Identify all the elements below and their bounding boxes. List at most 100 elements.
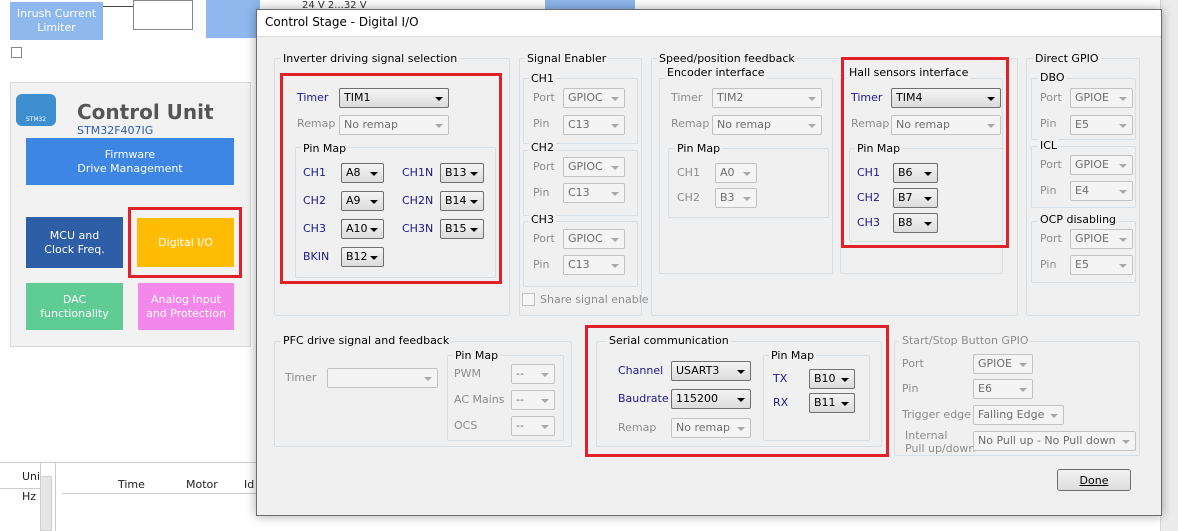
table-divider <box>62 493 256 494</box>
table-header-time[interactable]: Time <box>118 478 145 491</box>
encoder-pinmap-label: Pin Map <box>675 142 723 155</box>
enabler-ch3-pin-label: Pin <box>533 258 550 271</box>
enabler-ch1-pin-select[interactable]: C13 <box>563 115 625 135</box>
serial-rx-select[interactable]: B11 <box>809 393 855 413</box>
inverter-pinmap-label: Pin Map <box>301 142 349 155</box>
encoder-remap-label: Remap <box>671 117 710 130</box>
background-checkbox[interactable] <box>11 47 22 58</box>
diagram-block-top-right[interactable] <box>545 0 635 9</box>
serial-tx-select[interactable]: B10 <box>809 369 855 389</box>
pin-label-ch1: CH1 <box>303 166 326 179</box>
hall-ch2-select[interactable]: B7 <box>893 188 938 208</box>
pin-select-bkin[interactable]: B12 <box>341 247 384 267</box>
inrush-current-limiter-block[interactable]: Inrush Current Limiter <box>10 2 103 40</box>
encoder-ch2-select[interactable]: B3 <box>715 188 757 208</box>
hall-remap-label: Remap <box>851 117 890 130</box>
enabler-ch3-pin-select[interactable]: C13 <box>563 255 625 275</box>
enabler-ch2-pin-select[interactable]: C13 <box>563 183 625 203</box>
icl-label: ICL <box>1038 139 1060 152</box>
encoder-ch1-label: CH1 <box>677 166 700 179</box>
rectifier-symbol <box>133 0 193 30</box>
inverter-timer-select[interactable]: TIM1 <box>339 88 449 108</box>
serial-pinmap-label: Pin Map <box>769 349 817 362</box>
icl-pin-label: Pin <box>1040 184 1057 197</box>
startstop-pull-select[interactable]: No Pull up - No Pull down <box>973 431 1136 451</box>
control-unit-subtitle: STM32F407IG <box>77 124 154 137</box>
dbo-label: DBO <box>1038 71 1067 84</box>
digital-io-highlight <box>128 207 242 278</box>
serial-channel-label: Channel <box>618 364 664 377</box>
table-header-motor[interactable]: Motor <box>186 478 218 491</box>
startstop-label: Start/Stop Button GPIO <box>900 334 1031 347</box>
dbo-pin-select[interactable]: E5 <box>1070 115 1133 135</box>
direct-gpio-label: Direct GPIO <box>1033 52 1101 65</box>
diagram-block-blue[interactable] <box>206 0 260 38</box>
ocp-port-select[interactable]: GPIOE <box>1070 229 1133 249</box>
dbo-port-select[interactable]: GPIOE <box>1070 88 1133 108</box>
dbo-port-label: Port <box>1040 91 1062 104</box>
startstop-port-select[interactable]: GPIOE <box>973 354 1033 374</box>
encoder-ch1-select[interactable]: A0 <box>715 163 757 183</box>
pin-select-ch2n[interactable]: B14 <box>440 191 484 211</box>
hall-ch1-label: CH1 <box>857 166 880 179</box>
hall-ch1-select[interactable]: B6 <box>893 163 938 183</box>
table-scrollbar[interactable] <box>40 476 52 531</box>
pin-select-ch3n[interactable]: B15 <box>440 219 484 239</box>
encoder-label: Encoder interface <box>665 66 767 79</box>
pin-label-ch3: CH3 <box>303 222 326 235</box>
pfc-ocs-select[interactable]: -- <box>511 416 555 436</box>
ocp-label: OCP disabling <box>1038 213 1119 226</box>
startstop-trigger-select[interactable]: Falling Edge <box>973 405 1064 425</box>
hall-ch3-select[interactable]: B8 <box>893 213 938 233</box>
icl-port-select[interactable]: GPIOE <box>1070 155 1133 175</box>
pfc-acmains-select[interactable]: -- <box>511 390 555 410</box>
signal-enabler-label: Signal Enabler <box>525 52 609 65</box>
mcu-clock-block[interactable]: MCU and Clock Freq. <box>26 217 123 268</box>
analog-input-block[interactable]: Analog Input and Protection <box>138 283 234 330</box>
enabler-ch3-port-select[interactable]: GPIOC <box>563 229 625 249</box>
background-scrollbar[interactable] <box>1160 0 1178 531</box>
pin-select-ch1[interactable]: A8 <box>341 163 384 183</box>
table-header-id[interactable]: Id <box>244 478 254 491</box>
encoder-ch2-label: CH2 <box>677 191 700 204</box>
pfc-timer-select[interactable] <box>327 368 438 388</box>
inverter-remap-label: Remap <box>297 117 336 130</box>
done-button[interactable]: Done <box>1057 469 1131 491</box>
serial-tx-label: TX <box>773 372 788 385</box>
pfc-label: PFC drive signal and feedback <box>281 334 452 347</box>
serial-remap-label: Remap <box>618 421 657 434</box>
serial-rx-label: RX <box>773 396 789 409</box>
startstop-pin-label: Pin <box>902 382 919 395</box>
dac-block[interactable]: DAC functionality <box>26 283 123 330</box>
diagram-connector <box>103 6 133 7</box>
hall-pinmap-label: Pin Map <box>855 142 903 155</box>
pin-select-ch1n[interactable]: B13 <box>440 163 484 183</box>
serial-channel-select[interactable]: USART3 <box>671 361 751 381</box>
hall-remap-select[interactable]: No remap <box>891 115 1001 135</box>
pfc-pwm-select[interactable]: -- <box>511 364 555 384</box>
pin-select-ch2[interactable]: A9 <box>341 191 384 211</box>
serial-baud-select[interactable]: 115200 <box>671 389 751 409</box>
encoder-remap-select[interactable]: No remap <box>712 115 822 135</box>
share-signal-enable-checkbox[interactable] <box>522 293 535 306</box>
encoder-timer-label: Timer <box>671 91 703 104</box>
startstop-pull-label-1: Internal <box>905 429 948 442</box>
enabler-ch1-port-select[interactable]: GPIOC <box>563 88 625 108</box>
hall-timer-select[interactable]: TIM4 <box>891 88 1001 108</box>
inverter-remap-select[interactable]: No remap <box>339 115 449 135</box>
serial-remap-select[interactable]: No remap <box>671 418 751 438</box>
dbo-pin-label: Pin <box>1040 117 1057 130</box>
encoder-timer-select[interactable]: TIM2 <box>712 88 822 108</box>
pfc-pinmap-label: Pin Map <box>453 349 501 362</box>
ocp-pin-select[interactable]: E5 <box>1070 255 1133 275</box>
control-unit-title: Control Unit <box>77 100 214 124</box>
firmware-block[interactable]: Firmware Drive Management <box>26 138 234 185</box>
icl-pin-select[interactable]: E4 <box>1070 181 1133 201</box>
startstop-pin-select[interactable]: E6 <box>973 379 1033 399</box>
pfc-ocs-label: OCS <box>454 419 478 432</box>
hall-ch3-label: CH3 <box>857 216 880 229</box>
pin-select-ch3[interactable]: A10 <box>341 219 384 239</box>
icl-port-label: Port <box>1040 158 1062 171</box>
share-signal-enable-label: Share signal enable <box>540 293 649 306</box>
enabler-ch2-port-select[interactable]: GPIOC <box>563 157 625 177</box>
